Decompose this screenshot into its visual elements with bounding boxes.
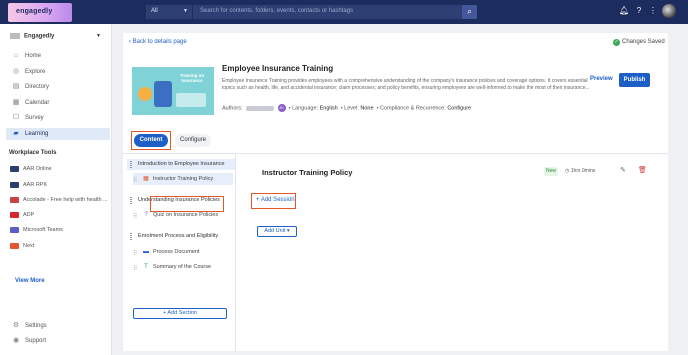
microsoft-teams-icon [10,227,19,233]
drag-handle-icon[interactable]: ⠿ [133,263,137,275]
sidebar: Engagedly ▼ ⌂ Home ◎ Explore ▤ Directory ▦ C… [0,24,112,355]
compass-icon: ◎ [12,68,20,75]
org-logo [10,33,20,39]
tab-configure[interactable]: Configure [175,134,211,147]
course-title: Employee Insurance Training [222,64,334,73]
lesson-item[interactable]: ⠿ ▦ Instructor Training Policy [133,173,233,185]
sidebar-item-explore[interactable]: ◎ Explore [6,66,110,78]
course-meta: Authors: JK • Language: English • Level:… [222,104,472,112]
add-section-button[interactable]: + Add Section [133,308,227,319]
preview-button[interactable]: Preview [590,76,613,82]
sidebar-item-settings[interactable]: ⚙ Settings [6,320,110,332]
grid-menu-icon[interactable]: ⋮ [648,6,658,16]
bell-icon[interactable]: 🔔︎ [619,6,629,16]
course-thumbnail[interactable]: Training on Insurance [132,67,214,115]
tool-link[interactable]: Microsoft Teams [10,224,110,236]
document-icon: ▬ [143,249,149,255]
sidebar-item-home[interactable]: ⌂ Home [6,50,110,62]
course-description: Employee Insurance Training provides emp… [222,78,590,91]
main-area: ‹ Back to details page ✓ Changes Saved Tr… [112,24,688,355]
add-session-button[interactable]: + Add Session [251,193,296,209]
back-to-details-link[interactable]: ‹ Back to details page [129,39,187,45]
survey-icon: ☐ [12,114,20,121]
sidebar-item-survey[interactable]: ☐ Survey [6,112,110,124]
section-header[interactable]: Enrolment Process and Eligibility [127,231,235,242]
lesson-title: Instructor Training Policy [262,168,353,177]
check-icon: ✓ [613,39,620,46]
chevron-down-icon: ▼ [183,8,188,14]
search-input[interactable]: Search for contents, folders, events, co… [193,5,462,19]
add-unit-button[interactable]: Add Unit ▾ [257,226,297,237]
search-icon: ⌕ [467,7,472,16]
drag-handle-icon[interactable]: ⠿ [133,175,137,187]
lesson-item[interactable]: ⠿ T Summary of the Course [133,261,233,273]
new-badge: New [544,167,558,176]
section-header[interactable]: Introduction to Employee Insurance [127,159,235,170]
drag-handle-icon[interactable] [130,161,132,168]
edit-icon[interactable]: ✎ [620,166,626,174]
chevron-down-icon[interactable]: ▼ [96,33,101,39]
delete-icon[interactable]: 🗑︎ [638,166,647,174]
support-icon: ◉ [12,337,20,344]
directory-icon: ▤ [12,83,20,90]
gear-icon: ⚙ [12,322,20,329]
drag-handle-icon[interactable]: ⠿ [133,211,137,223]
drag-handle-icon[interactable] [130,197,132,204]
sidebar-item-calendar[interactable]: ▦ Calendar [6,97,110,109]
search-filter-select[interactable]: All ▼ [146,5,192,19]
tool-link[interactable]: AAR Online [10,163,110,175]
view-more-link[interactable]: View More [15,278,45,284]
book-icon: ▦ [143,176,149,182]
sidebar-item-learning[interactable]: ▰ Learning [6,128,110,140]
publish-button[interactable]: Publish [619,73,650,87]
configure-compliance-link[interactable]: Configure [447,105,471,111]
aar-online-icon [10,166,19,172]
accolade-icon [10,197,19,203]
help-icon[interactable]: ? [634,6,644,16]
org-switcher[interactable]: Engagedly [10,33,54,40]
drag-handle-icon[interactable]: ⠿ [133,248,137,260]
tool-link[interactable]: Next [10,240,110,252]
calendar-icon: ▦ [12,99,20,106]
sidebar-item-directory[interactable]: ▤ Directory [6,81,110,93]
user-avatar[interactable] [662,4,676,18]
author-name [246,105,275,111]
home-icon: ⌂ [13,52,19,59]
section-outline: Introduction to Employee Insurance ⠿ ▦ Ins… [123,154,236,351]
drag-handle-icon[interactable] [130,233,132,240]
author-badge: JK [277,104,286,112]
highlight-box [131,131,171,150]
search-button[interactable]: ⌕ [462,5,477,19]
engagedly-logo[interactable]: engagedly [8,3,72,22]
tool-link[interactable]: AAR RPK [10,179,110,191]
clock-icon: ◷ [565,168,570,174]
summary-icon: T [144,264,148,270]
workplace-tools-title: Workplace Tools [9,150,57,156]
next-icon [10,243,19,249]
top-bar: engagedly All ▼ Search for contents, fold… [0,0,688,24]
course-editor-panel: ‹ Back to details page ✓ Changes Saved Tr… [123,33,668,351]
save-status: ✓ Changes Saved [613,39,665,46]
adp-icon [10,212,19,218]
tool-link[interactable]: ADP [10,209,110,221]
aar-rpk-icon [10,182,19,188]
sidebar-item-support[interactable]: ◉ Support [6,335,110,347]
lesson-item[interactable]: ⠿ ▬ Process Document [133,246,233,258]
highlight-box [150,196,224,212]
duration-label: ◷ 1hrs 0mins [565,168,596,174]
learning-icon: ▰ [13,130,19,137]
quiz-icon: ? [144,212,148,218]
tool-link[interactable]: Accolade - Free help with health ... [10,194,110,206]
